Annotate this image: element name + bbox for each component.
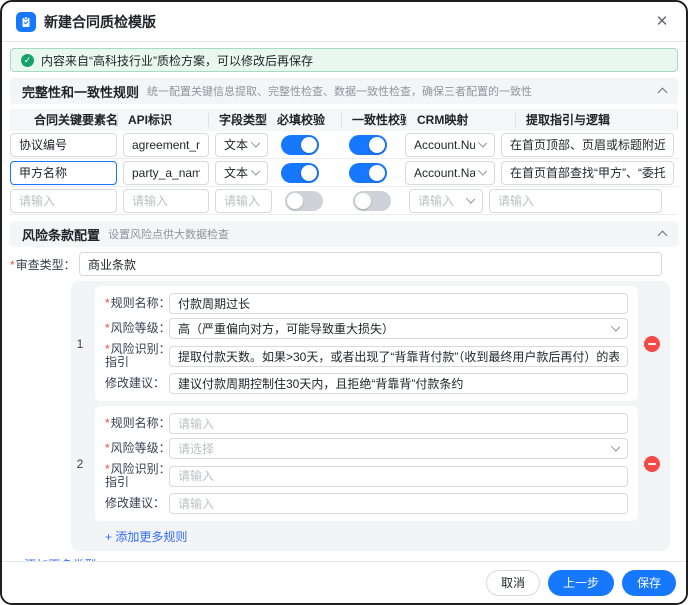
risk-level-label: *风险等级： <box>105 322 163 335</box>
chevron-down-icon <box>611 442 620 451</box>
rule-item: 2 *规则名称： *风险等级： 请选择 *风险识别：指引 <box>71 406 670 521</box>
suggestion-input[interactable] <box>169 493 628 514</box>
consistency-toggle[interactable] <box>349 163 387 183</box>
section-risk-header[interactable]: 风险条款配置 设置风险点供大数据检查 <box>10 221 678 247</box>
new-template-dialog: 新建合同质检模版 内容来自“高科技行业”质检方案，可以修改后再保存 完整性和一致… <box>0 0 688 605</box>
dialog-title: 新建合同质检模版 <box>44 12 644 32</box>
risk-level-select[interactable]: 高（严重偏向对方，可能导致重大损失） <box>169 318 628 339</box>
crm-mapping-select[interactable]: 请输入 <box>409 189 483 213</box>
required-toggle[interactable] <box>281 135 319 155</box>
rule-card: *规则名称： *风险等级： 请选择 *风险识别：指引 <box>95 406 638 521</box>
suggestion-label: 修改建议： <box>105 377 163 390</box>
col-header: API标识 <box>118 113 209 127</box>
rule-index: 2 <box>71 457 89 471</box>
chevron-down-icon <box>251 138 260 147</box>
rule-name-label: *规则名称： <box>105 417 163 430</box>
chevron-down-icon <box>251 166 260 175</box>
rule-index: 1 <box>71 337 89 351</box>
col-header: 必填校验 <box>267 113 342 127</box>
section-integrity-header[interactable]: 完整性和一致性规则 统一配置关键信息提取、完整性检查、数据一致性检查，确保三者配… <box>10 78 678 104</box>
table-row: 文本 Account.Number <box>10 131 678 159</box>
rule-card: *规则名称： *风险等级： 高（严重偏向对方，可能导致重大损失） *风险识别：指… <box>95 286 638 401</box>
table-row: 请输入 <box>10 187 678 215</box>
api-key-input[interactable] <box>123 189 209 213</box>
risk-level-select[interactable]: 请选择 <box>169 438 628 459</box>
api-key-input[interactable] <box>123 133 209 157</box>
rule-item: 1 *规则名称： *风险等级： 高（严重偏向对方，可能导致重大损失） <box>71 286 670 401</box>
risk-guide-label: *风险识别：指引 <box>105 463 163 489</box>
dialog-body: 内容来自“高科技行业”质检方案，可以修改后再保存 完整性和一致性规则 统一配置关… <box>2 42 686 561</box>
table-row: 文本 Account.Name <box>10 159 678 187</box>
rule-name-input[interactable] <box>169 293 628 314</box>
field-type-select[interactable]: 文本 <box>215 133 268 157</box>
section-title: 完整性和一致性规则 <box>22 82 139 101</box>
previous-step-button[interactable]: 上一步 <box>548 570 614 596</box>
suggestion-input[interactable] <box>169 373 628 394</box>
element-name-input[interactable] <box>10 189 117 213</box>
close-icon[interactable] <box>652 12 672 32</box>
chevron-down-icon <box>611 322 620 331</box>
review-type-input[interactable] <box>79 252 662 276</box>
remove-rule-button[interactable] <box>644 336 660 352</box>
required-toggle[interactable] <box>281 163 319 183</box>
extraction-guide-input[interactable] <box>501 133 674 157</box>
table-header: 合同关键要素名称 API标识 字段类型 必填校验 一致性校验 CRM映射 提取指… <box>10 109 678 131</box>
chevron-down-icon <box>478 166 487 175</box>
add-rule-link[interactable]: + 添加更多规则 <box>105 528 187 545</box>
review-type-label: *审查类型： <box>10 256 74 273</box>
suggestion-label: 修改建议： <box>105 497 163 510</box>
section-title: 风险条款配置 <box>22 225 100 244</box>
section-subtitle: 统一配置关键信息提取、完整性检查、数据一致性检查，确保三者配置的一致性 <box>147 83 651 99</box>
risk-level-label: *风险等级： <box>105 442 163 455</box>
rule-name-input[interactable] <box>169 413 628 434</box>
col-header: CRM映射 <box>407 113 516 127</box>
dialog-header: 新建合同质检模版 <box>2 2 686 42</box>
check-circle-icon <box>21 54 34 67</box>
remove-rule-button[interactable] <box>644 456 660 472</box>
chevron-up-icon[interactable] <box>658 231 668 241</box>
rules-panel: 1 *规则名称： *风险等级： 高（严重偏向对方，可能导致重大损失） <box>71 281 670 551</box>
required-toggle[interactable] <box>285 191 323 211</box>
cancel-button[interactable]: 取消 <box>486 570 540 596</box>
risk-guide-label: *风险识别：指引 <box>105 343 163 369</box>
risk-guide-input[interactable] <box>169 466 628 487</box>
chevron-up-icon[interactable] <box>658 88 668 98</box>
extraction-guide-input[interactable] <box>501 161 674 185</box>
rule-name-label: *规则名称： <box>105 297 163 310</box>
element-name-input[interactable] <box>10 161 117 185</box>
field-type-select[interactable]: 文本 <box>215 161 268 185</box>
col-header: 字段类型 <box>209 113 267 127</box>
chevron-down-icon <box>478 138 487 147</box>
crm-mapping-select[interactable]: Account.Name <box>405 161 495 185</box>
element-name-input[interactable] <box>10 133 117 157</box>
dialog-footer: 取消 上一步 保存 <box>2 561 686 603</box>
success-banner: 内容来自“高科技行业”质检方案，可以修改后再保存 <box>10 48 678 72</box>
col-header: 合同关键要素名称 <box>10 113 118 127</box>
section-subtitle: 设置风险点供大数据检查 <box>108 226 651 242</box>
api-key-input[interactable] <box>123 161 209 185</box>
extraction-guide-input[interactable] <box>489 189 662 213</box>
col-header: 一致性校验 <box>342 113 407 127</box>
clipboard-icon <box>16 12 36 32</box>
col-header: 提取指引与逻辑 <box>516 113 678 127</box>
save-button[interactable]: 保存 <box>622 570 676 596</box>
review-type-row: *审查类型： <box>10 252 678 276</box>
crm-mapping-select[interactable]: Account.Number <box>405 133 495 157</box>
consistency-toggle[interactable] <box>349 135 387 155</box>
risk-guide-input[interactable] <box>169 346 628 367</box>
consistency-toggle[interactable] <box>353 191 391 211</box>
banner-text: 内容来自“高科技行业”质检方案，可以修改后再保存 <box>41 52 313 69</box>
chevron-down-icon <box>466 194 475 203</box>
field-type-input[interactable] <box>215 189 272 213</box>
